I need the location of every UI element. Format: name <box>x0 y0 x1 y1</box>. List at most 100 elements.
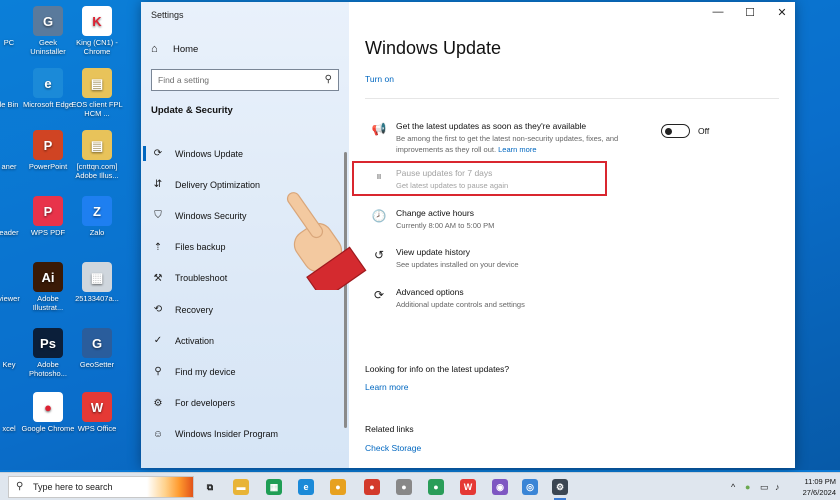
desktop-app-icon: G <box>82 328 112 358</box>
taskbar: ⚲ Type here to search ⧉ ▬ ▦ e ● ● ● ● W … <box>0 472 840 500</box>
desktop-icon[interactable]: Ai Adobe Illustrat... <box>21 262 75 312</box>
desktop-icon[interactable]: ▦ 25133407a... <box>70 262 124 303</box>
desktop-icon[interactable]: e Microsoft Edge <box>21 68 75 109</box>
desktop-app-icon: e <box>33 68 63 98</box>
desktop-icon-label: Google Chrome <box>21 424 75 433</box>
sidebar-item-label: Windows Security <box>175 210 247 221</box>
desktop-icon-label: 25133407a... <box>75 294 119 303</box>
desktop-icon-label: King (CN1) - Chrome <box>76 38 118 56</box>
recovery-icon: ⟲ <box>153 304 163 316</box>
sidebar-item-for-developers[interactable]: ⚙ For developers <box>141 388 349 419</box>
clock-time: 11:09 PM <box>804 477 836 486</box>
desktop-app-icon: ● <box>33 392 63 422</box>
desktop-app-icon: P <box>33 130 63 160</box>
desktop-app-icon: K <box>82 6 112 36</box>
taskbar-search-placeholder: Type here to search <box>33 482 113 492</box>
volume-icon[interactable]: ♪ <box>775 482 780 492</box>
check-storage-link[interactable]: Check Storage <box>365 443 421 453</box>
advanced-options-title: Advanced options <box>396 287 464 297</box>
sidebar-item-label: Windows Insider Program <box>175 429 279 440</box>
megaphone-icon: 📢 <box>371 122 387 136</box>
sidebar-item-windows-insider-program[interactable]: ☺ Windows Insider Program <box>141 419 349 450</box>
person-icon: ⚲ <box>154 366 162 378</box>
desktop-app-icon: ▤ <box>82 68 112 98</box>
desktop-icon-label: Adobe Photosho... <box>29 360 67 378</box>
app-icon-2[interactable]: ◎ <box>522 479 538 495</box>
looking-for-info-heading: Looking for info on the latest updates? <box>365 364 510 374</box>
maximize-button[interactable]: ☐ <box>741 6 759 19</box>
learn-more-link[interactable]: Learn more <box>365 382 408 392</box>
desktop-app-icon: W <box>82 392 112 422</box>
desktop-app-icon: G <box>33 6 63 36</box>
chrome-icon[interactable]: ● <box>330 479 346 495</box>
find-setting-placeholder: Find a setting <box>158 75 210 85</box>
delivery-icon: ⇵ <box>153 179 163 191</box>
desktop-icon-label: WPS Office <box>77 424 117 433</box>
desktop-app-icon: Ps <box>33 328 63 358</box>
latest-updates-learn-more[interactable]: Learn more <box>498 145 536 154</box>
desktop-icon[interactable]: ● Google Chrome <box>21 392 75 433</box>
desktop-icon[interactable]: P PowerPoint <box>21 130 75 171</box>
edge-icon[interactable]: e <box>298 479 314 495</box>
shield-icon: ⛉ <box>154 210 162 222</box>
history-icon: ↺ <box>373 248 385 262</box>
tray-app-icon[interactable]: ● <box>745 482 750 492</box>
page-title: Windows Update <box>365 38 502 58</box>
latest-updates-desc: Be among the first to get the latest non… <box>396 134 619 154</box>
sidebar-item-find-my-device[interactable]: ⚲ Find my device <box>141 356 349 387</box>
toggle-state-label: Off <box>698 126 710 136</box>
sidebar-item-activation[interactable]: ✓ Activation <box>141 325 349 356</box>
clock-date: 27/6/2024 <box>802 488 836 497</box>
find-setting-input[interactable]: Find a setting ⚲ <box>151 69 339 91</box>
desktop-icon[interactable]: K King (CN1) - Chrome <box>70 6 124 56</box>
desktop-icon[interactable]: ▤ [cnttqn.com] Adobe Illus... <box>70 130 124 180</box>
chrome-profile-icon[interactable]: ● <box>364 479 380 495</box>
desktop-icon[interactable]: W WPS Office <box>70 392 124 433</box>
sidebar-item-label: Activation <box>175 335 215 346</box>
search-icon: ⚲ <box>16 481 24 492</box>
wps-icon[interactable]: W <box>460 479 476 495</box>
chrome-alt-icon[interactable]: ● <box>396 479 412 495</box>
desktop-icon[interactable]: G GeoSetter <box>70 328 124 369</box>
turn-on-link[interactable]: Turn on <box>365 74 394 84</box>
home-link[interactable]: ⌂ Home <box>151 43 198 55</box>
desktop-icon-label: Adobe Illustrat... <box>32 294 64 312</box>
settings-gear-icon[interactable]: ⚙ <box>552 479 568 495</box>
desktop-icon-label: Microsoft Edge <box>22 100 74 109</box>
update-history-title: View update history <box>396 247 471 257</box>
sidebar-item-windows-update[interactable]: ⟳ Windows Update <box>141 138 349 169</box>
network-icon[interactable]: ▭ <box>760 482 769 493</box>
developer-icon: ⚙ <box>153 397 163 409</box>
sidebar-item-recovery[interactable]: ⟲ Recovery <box>141 294 349 325</box>
insider-icon: ☺ <box>152 428 164 440</box>
desktop-icon[interactable]: P WPS PDF <box>21 196 75 237</box>
wrench-icon: ⚒ <box>153 272 163 284</box>
close-button[interactable]: ✕ <box>773 6 791 19</box>
minimize-button[interactable]: — <box>709 6 727 18</box>
desktop-icon-label: Zalo <box>89 228 105 237</box>
desktop-icon[interactable]: Ps Adobe Photosho... <box>21 328 75 378</box>
clock-icon: 🕗 <box>371 209 387 223</box>
latest-updates-title: Get the latest updates as soon as they'r… <box>396 121 587 131</box>
desktop-icon[interactable]: ▤ EOS client FPL HCM ... <box>70 68 124 118</box>
taskbar-search-input[interactable]: ⚲ Type here to search <box>8 476 194 498</box>
app-icon[interactable]: ◉ <box>492 479 508 495</box>
advanced-options-desc: Additional update controls and settings <box>396 300 525 309</box>
taskbar-clock[interactable]: 11:09 PM 27/6/2024 <box>792 476 836 498</box>
settings-window: Settings ⌂ Home Find a setting ⚲ Update … <box>141 2 795 468</box>
latest-updates-toggle[interactable] <box>661 124 690 138</box>
desktop-app-icon: Z <box>82 196 112 226</box>
backup-icon: ⇡ <box>153 241 163 253</box>
tray-overflow-icon[interactable]: ^ <box>731 482 735 492</box>
file-explorer-icon[interactable]: ▬ <box>233 479 249 495</box>
chrome-green-icon[interactable]: ● <box>428 479 444 495</box>
highlight-box <box>352 161 607 196</box>
task-view-icon[interactable]: ⧉ <box>202 479 218 495</box>
desktop-icon-label: WPS PDF <box>30 228 66 237</box>
desktop-icon[interactable]: Z Zalo <box>70 196 124 237</box>
section-title: Update & Security <box>151 105 233 116</box>
desktop-icon[interactable]: G Geek Uninstaller <box>21 6 75 56</box>
photos-app-icon[interactable]: ▦ <box>266 479 282 495</box>
sidebar-item-label: For developers <box>175 398 236 409</box>
desktop-app-icon: P <box>33 196 63 226</box>
